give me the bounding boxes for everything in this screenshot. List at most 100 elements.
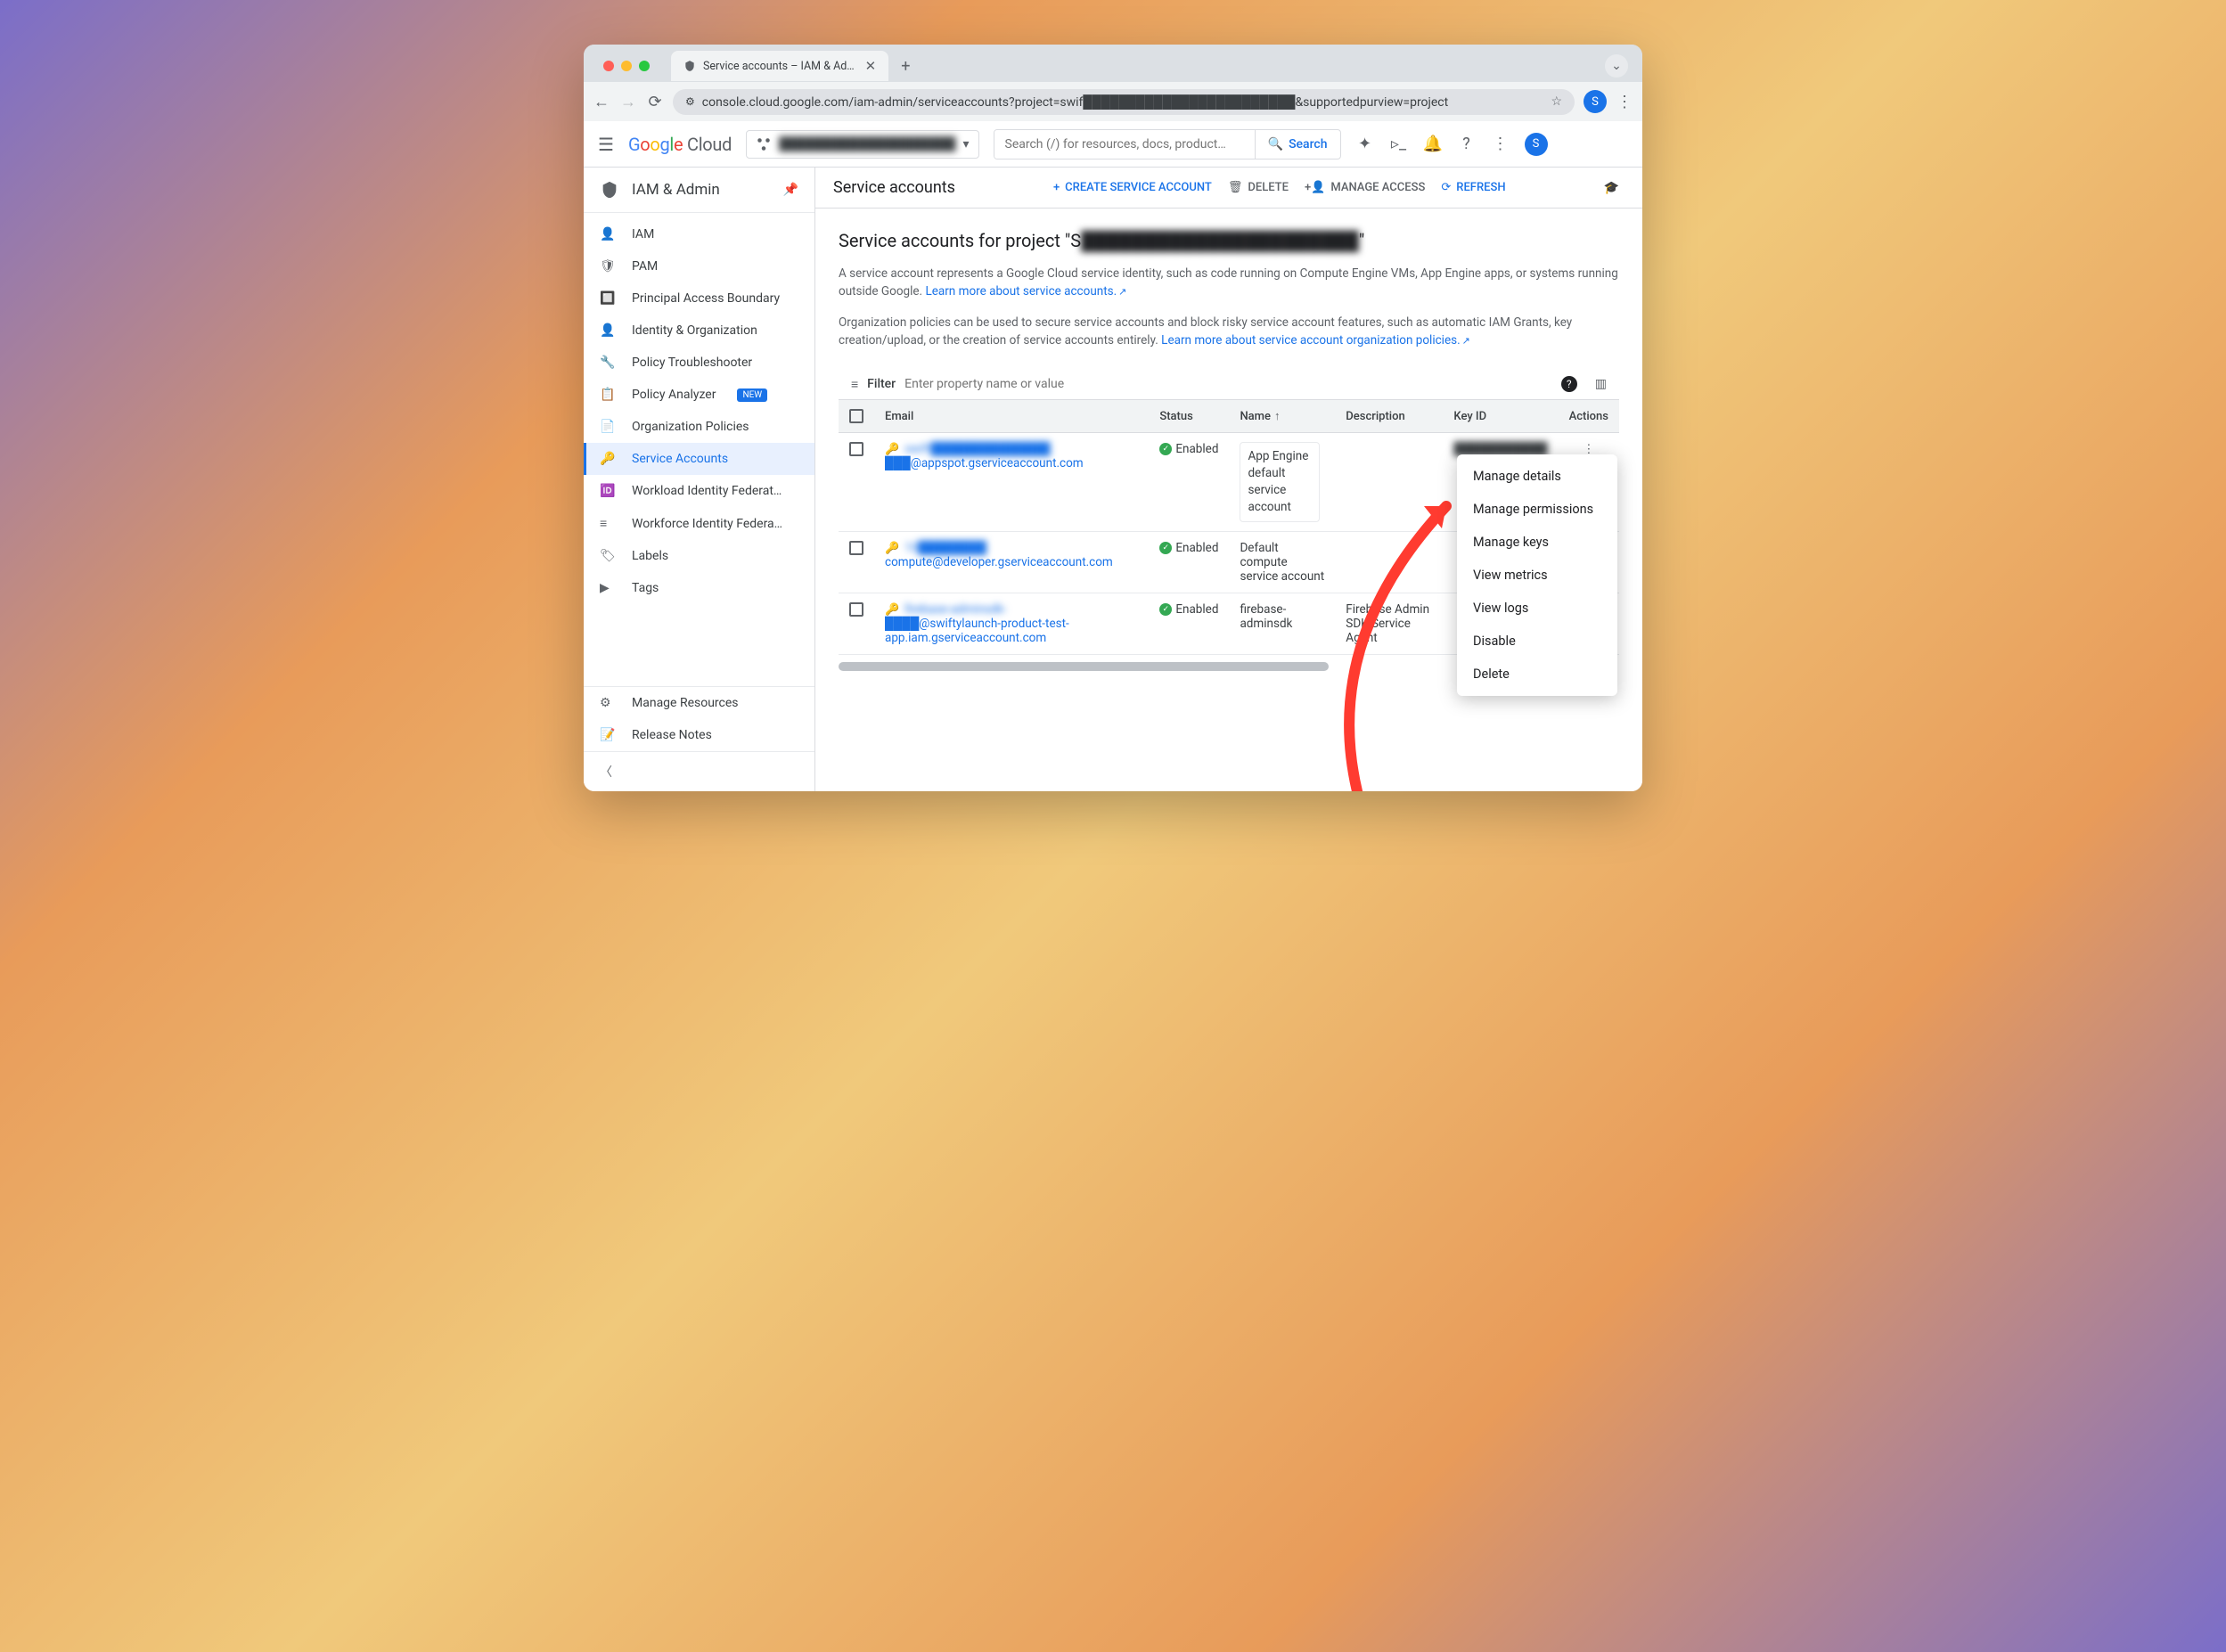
menu-item[interactable]: Manage keys (1457, 526, 1617, 559)
shield-icon (683, 60, 696, 72)
col-keyid[interactable]: Key ID (1443, 400, 1558, 433)
account-avatar[interactable]: S (1525, 133, 1548, 156)
close-window-button[interactable] (603, 61, 614, 71)
select-all-checkbox[interactable] (849, 409, 863, 423)
cloud-shell-icon[interactable]: ▹_ (1389, 135, 1409, 153)
external-icon: ↗ (1118, 286, 1126, 298)
name-value: firebase-adminsdk (1229, 593, 1335, 654)
description-value: Firebase Admin SDK Service Agent (1335, 593, 1443, 654)
sidebar-item[interactable]: 🔲Principal Access Boundary (584, 282, 814, 315)
sidebar-item-icon: 👤 (600, 323, 616, 338)
menu-icon[interactable]: ☰ (598, 134, 614, 155)
sidebar-item-label: Organization Policies (632, 420, 749, 434)
row-checkbox[interactable] (849, 541, 863, 555)
minimize-window-button[interactable] (621, 61, 632, 71)
refresh-label: REFRESH (1456, 181, 1505, 194)
gemini-icon[interactable]: ✦ (1355, 135, 1375, 153)
tabs-dropdown-icon[interactable]: ⌄ (1605, 54, 1628, 78)
heading-prefix: Service accounts for project "S (839, 230, 1081, 251)
sidebar-item-icon: 🆔 (600, 484, 616, 498)
learn-icon[interactable]: 🎓 (1604, 181, 1624, 195)
notifications-icon[interactable]: 🔔 (1423, 135, 1443, 153)
sidebar-item[interactable]: ⚙Manage Resources (584, 687, 814, 719)
sidebar-item[interactable]: 👤IAM (584, 218, 814, 250)
search-button[interactable]: 🔍 Search (1255, 130, 1340, 159)
help-icon[interactable]: ? (1457, 135, 1477, 153)
sidebar-item[interactable]: ▶Tags (584, 572, 814, 604)
filter-help-icon[interactable]: ? (1561, 376, 1577, 392)
project-selector[interactable]: ████████████████████ ▾ (746, 130, 978, 159)
browser-window: Service accounts – IAM & Ad… ✕ + ⌄ ← → ⟳… (584, 45, 1642, 791)
learn-more-accounts-link[interactable]: Learn more about service accounts.↗ (925, 284, 1126, 299)
refresh-icon: ⟳ (1441, 181, 1451, 194)
columns-icon[interactable]: ▥ (1595, 377, 1607, 391)
sidebar-item[interactable]: 🆔Workload Identity Federat… (584, 475, 814, 507)
account-icon: 🔑 (885, 443, 899, 456)
refresh-button[interactable]: ⟳ REFRESH (1441, 181, 1505, 194)
col-description[interactable]: Description (1335, 400, 1443, 433)
sidebar-item-label: Workforce Identity Federa… (632, 517, 782, 531)
collapse-sidebar-icon[interactable]: 〈 (584, 751, 814, 791)
content-area: IAM & Admin 📌 👤IAM🛡PAM🔲Principal Access … (584, 168, 1642, 791)
description-1: A service account represents a Google Cl… (839, 265, 1619, 301)
close-tab-icon[interactable]: ✕ (865, 58, 877, 74)
sidebar-item-icon: ⚙ (600, 696, 616, 710)
horizontal-scrollbar[interactable] (839, 662, 1329, 671)
sidebar-item[interactable]: 🔧Policy Troubleshooter (584, 347, 814, 379)
tab-title: Service accounts – IAM & Ad… (703, 60, 855, 73)
col-status[interactable]: Status (1149, 400, 1229, 433)
delete-button[interactable]: 🗑DELETE (1228, 181, 1289, 194)
row-checkbox[interactable] (849, 602, 863, 617)
plus-icon: + (1053, 181, 1060, 194)
new-tab-button[interactable]: + (897, 53, 913, 79)
email-link[interactable]: 10████████compute@developer.gserviceacco… (885, 541, 1113, 569)
menu-item[interactable]: Delete (1457, 658, 1617, 691)
forward-icon[interactable]: → (619, 93, 637, 111)
bookmark-icon[interactable]: ☆ (1551, 94, 1562, 109)
sidebar-item-label: Tags (632, 581, 659, 595)
create-service-account-button[interactable]: +CREATE SERVICE ACCOUNT (1053, 181, 1212, 194)
sidebar-item[interactable]: 🔑Service Accounts (584, 443, 814, 475)
profile-avatar[interactable]: S (1584, 90, 1607, 113)
search-input[interactable] (994, 130, 1255, 159)
col-actions[interactable]: Actions (1559, 400, 1619, 433)
sidebar-item[interactable]: 👤Identity & Organization (584, 315, 814, 347)
menu-item[interactable]: View metrics (1457, 559, 1617, 592)
name-value: App Engine default service account (1229, 433, 1335, 532)
browser-tab[interactable]: Service accounts – IAM & Ad… ✕ (671, 51, 888, 81)
browser-menu-icon[interactable]: ⋮ (1616, 93, 1633, 111)
name-value: Default compute service account (1229, 531, 1335, 593)
menu-item[interactable]: Disable (1457, 625, 1617, 658)
sidebar-item[interactable]: ≡Workforce Identity Federa… (584, 507, 814, 540)
menu-item[interactable]: View logs (1457, 592, 1617, 625)
maximize-window-button[interactable] (639, 61, 650, 71)
search-button-label: Search (1289, 137, 1327, 151)
sidebar-item[interactable]: 📝Release Notes (584, 719, 814, 751)
address-bar[interactable]: ⚙ console.cloud.google.com/iam-admin/ser… (673, 89, 1575, 115)
filter-input[interactable] (904, 377, 1552, 391)
sidebar-item[interactable]: 📋Policy AnalyzerNEW (584, 379, 814, 411)
sidebar-item[interactable]: 📄Organization Policies (584, 411, 814, 443)
google-cloud-logo[interactable]: Google Cloud (628, 134, 732, 155)
reload-icon[interactable]: ⟳ (646, 93, 664, 111)
col-email[interactable]: Email (874, 400, 1149, 433)
row-checkbox[interactable] (849, 442, 863, 456)
more-icon[interactable]: ⋮ (1491, 135, 1510, 153)
menu-item[interactable]: Manage permissions (1457, 493, 1617, 526)
new-badge: NEW (737, 388, 767, 402)
pin-icon[interactable]: 📌 (783, 183, 798, 197)
back-icon[interactable]: ← (593, 93, 610, 111)
email-link[interactable]: swift█████████████████@appspot.gservicea… (885, 442, 1084, 470)
col-name[interactable]: Name↑ (1229, 400, 1335, 433)
actions-menu: Manage detailsManage permissionsManage k… (1457, 454, 1617, 696)
account-icon: 🔑 (885, 542, 899, 555)
site-info-icon[interactable]: ⚙ (685, 95, 695, 108)
sidebar-item-icon: 📝 (600, 728, 616, 742)
sidebar-item[interactable]: 🛡PAM (584, 250, 814, 282)
manage-access-button[interactable]: +👤MANAGE ACCESS (1305, 181, 1425, 194)
tab-bar: Service accounts – IAM & Ad… ✕ + ⌄ (584, 45, 1642, 82)
sidebar-item[interactable]: 🏷Labels (584, 540, 814, 572)
menu-item[interactable]: Manage details (1457, 460, 1617, 493)
email-link[interactable]: firebase-adminsdk-████@swiftylaunch-prod… (885, 602, 1069, 645)
learn-more-policies-link[interactable]: Learn more about service account organiz… (1161, 333, 1470, 348)
